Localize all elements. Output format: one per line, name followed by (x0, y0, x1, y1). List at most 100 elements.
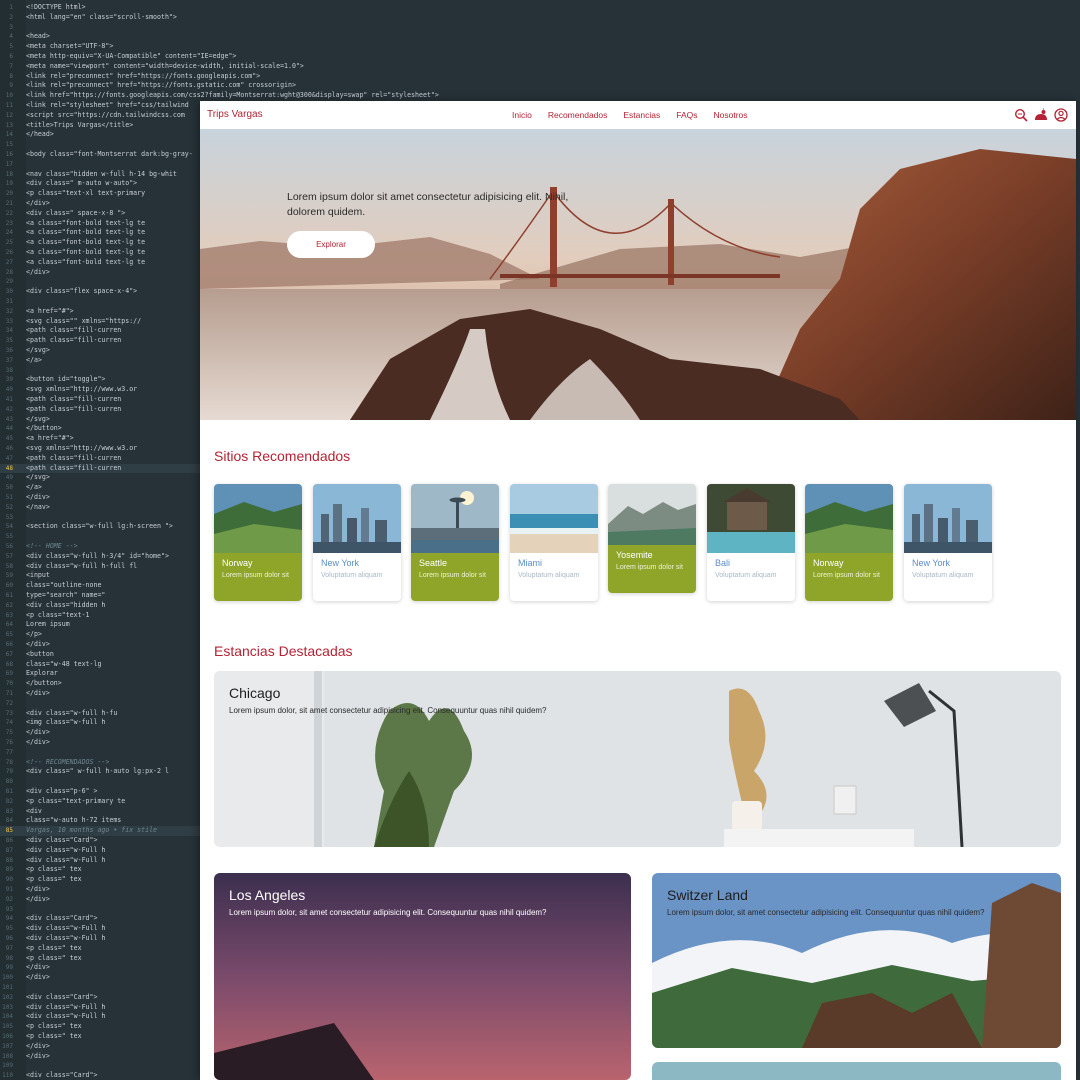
code-line[interactable]: 94 <div class="Card"> (0, 914, 210, 924)
code-line[interactable]: 19 <div class=" m-auto w-auto"> (0, 179, 210, 189)
code-line[interactable]: 93 (0, 905, 210, 915)
code-line[interactable]: 31 (0, 297, 210, 307)
nav-link-nosotros[interactable]: Nosotros (714, 110, 748, 120)
card-seattle[interactable]: Seattle Lorem ipsum dolor sit (411, 484, 499, 601)
code-line[interactable]: 37 </a> (0, 356, 210, 366)
code-line[interactable]: 46 <svg xmlns="http://www.w3.or (0, 444, 210, 454)
code-line[interactable]: 110 <div class="Card"> (0, 1071, 210, 1080)
code-line[interactable]: 90 <p class=" tex (0, 875, 210, 885)
code-line[interactable]: 42 <path class="fill-curren (0, 405, 210, 415)
code-line[interactable]: 50 </a> (0, 483, 210, 493)
nav-link-inicio[interactable]: Inicio (512, 110, 532, 120)
card-bali[interactable]: Bali Voluptatum aliquam (707, 484, 795, 601)
code-line[interactable]: 69 Explorar (0, 669, 210, 679)
code-line[interactable]: 12 <script src="https://cdn.tailwindcss.… (0, 111, 210, 121)
code-line[interactable]: 63 <p class="text-1 (0, 611, 210, 621)
code-line[interactable]: 58 <div class="w-full h-full fl (0, 562, 210, 572)
code-line[interactable]: 100 </div> (0, 973, 210, 983)
code-line[interactable]: 71 </div> (0, 689, 210, 699)
user-icon[interactable] (1054, 108, 1068, 122)
card-norway-2[interactable]: Norway Lorem ipsum dolor sit (805, 484, 893, 601)
code-line[interactable]: 39 <button id="toggle"> (0, 375, 210, 385)
code-line[interactable]: 89 <p class=" tex (0, 865, 210, 875)
code-line[interactable]: 51 </div> (0, 493, 210, 503)
code-line[interactable]: 26 <a class="font-bold text-lg te (0, 248, 210, 258)
code-line[interactable]: 70 </button> (0, 679, 210, 689)
code-line[interactable]: 47 <path class="fill-curren (0, 454, 210, 464)
nav-link-estancias[interactable]: Estancias (623, 110, 660, 120)
code-line[interactable]: 62 <div class="hidden h (0, 601, 210, 611)
code-line[interactable]: 55 (0, 532, 210, 542)
code-line[interactable]: 84 class="w-auto h-72 items (0, 816, 210, 826)
code-line[interactable]: 59 <input (0, 571, 210, 581)
code-line[interactable]: 25 <a class="font-bold text-lg te (0, 238, 210, 248)
code-line[interactable]: 38 (0, 366, 210, 376)
code-line[interactable]: 28 </div> (0, 268, 210, 278)
code-line[interactable]: 20 <p class="text-xl text-primary (0, 189, 210, 199)
code-line[interactable]: 103 <div class="w-Full h (0, 1003, 210, 1013)
code-line[interactable]: 109 (0, 1061, 210, 1071)
code-line[interactable]: 8 <link rel="preconnect" href="https://f… (0, 72, 260, 82)
card-new-york[interactable]: New York Voluptatum aliquam (313, 484, 401, 601)
explorar-button[interactable]: Explorar (287, 231, 375, 258)
code-line[interactable]: 33 <svg class="" xmlns="https:// (0, 317, 210, 327)
code-line[interactable]: 56 <!-- HOME --> (0, 542, 210, 552)
code-line[interactable]: 13 <title>Trips Vargas</title> (0, 121, 210, 131)
code-line[interactable]: 35 <path class="fill-curren (0, 336, 210, 346)
code-line[interactable]: 99 </div> (0, 963, 210, 973)
code-line[interactable]: 105 <p class=" tex (0, 1022, 210, 1032)
code-line[interactable]: 68 class="w-48 text-lg (0, 660, 210, 670)
code-line[interactable]: 5 <meta charset="UTF-8"> (0, 42, 210, 52)
card-miami[interactable]: Miami Voluptatum aliquam (510, 484, 598, 601)
theme-toggle-icon[interactable] (1034, 108, 1048, 122)
code-line[interactable]: 2 <html lang="en" class="scroll-smooth"> (0, 13, 210, 23)
code-line[interactable]: 41 <path class="fill-curren (0, 395, 210, 405)
code-line[interactable]: 87 <div class="w-Full h (0, 846, 210, 856)
code-line[interactable]: 102 <div class="Card"> (0, 993, 210, 1003)
code-line[interactable]: 81 <div class="p-6" > (0, 787, 210, 797)
code-line[interactable]: 98 <p class=" tex (0, 954, 210, 964)
code-line[interactable]: 96 <div class="w-Full h (0, 934, 210, 944)
code-line[interactable]: 48 <path class="fill-curren (0, 463, 210, 474)
code-line[interactable]: 52 </nav> (0, 503, 210, 513)
code-line[interactable]: 88 <div class="w-Full h (0, 856, 210, 866)
code-line[interactable]: 104 <div class="w-Full h (0, 1012, 210, 1022)
code-line[interactable]: 1 <!DOCTYPE html> (0, 3, 210, 13)
code-line[interactable]: 45 <a href="#"> (0, 434, 210, 444)
code-line[interactable]: 78 <!-- RECOMENDADOS --> (0, 758, 210, 768)
code-line[interactable]: 91 </div> (0, 885, 210, 895)
code-line[interactable]: 64 Lorem ipsum (0, 620, 210, 630)
code-line[interactable]: 74 <img class="w-full h (0, 718, 210, 728)
code-line[interactable]: 36 </svg> (0, 346, 210, 356)
code-line[interactable]: 32 <a href="#"> (0, 307, 210, 317)
code-line[interactable]: 15 (0, 140, 210, 150)
code-line[interactable]: 65 </p> (0, 630, 210, 640)
code-line[interactable]: 108 </div> (0, 1052, 210, 1062)
code-line[interactable]: 10 <link href="https://fonts.googleapis.… (0, 91, 439, 101)
code-line[interactable]: 23 <a class="font-bold text-lg te (0, 219, 210, 229)
code-line[interactable]: 7 <meta name="viewport" content="width=d… (0, 62, 304, 72)
code-line[interactable]: 18 <nav class="hidden w-full h-14 bg-whi… (0, 170, 210, 180)
code-line[interactable]: 6 <meta http-equiv="X-UA-Compatible" con… (0, 52, 236, 62)
code-line[interactable]: 27 <a class="font-bold text-lg te (0, 258, 210, 268)
stay-card-partial[interactable] (652, 1062, 1061, 1080)
nav-link-recomendados[interactable]: Recomendados (548, 110, 608, 120)
stay-card-switzer-land[interactable]: Switzer Land Lorem ipsum dolor, sit amet… (652, 873, 1061, 1048)
code-line[interactable]: 11 <link rel="stylesheet" href="css/tail… (0, 101, 210, 111)
code-line[interactable]: 16 <body class="font-Montserrat dark:bg-g… (0, 150, 210, 160)
code-line[interactable]: 72 (0, 699, 210, 709)
code-line[interactable]: 101 (0, 983, 210, 993)
code-line[interactable]: 107 </div> (0, 1042, 210, 1052)
code-line[interactable]: 82 <p class="text-primary te (0, 797, 210, 807)
card-new-york-2[interactable]: New York Voluptatum aliquam (904, 484, 992, 601)
code-line[interactable]: 95 <div class="w-Full h (0, 924, 210, 934)
code-line[interactable]: 44 </button> (0, 424, 210, 434)
search-icon[interactable] (1014, 108, 1028, 122)
code-line[interactable]: 79 <div class=" w-full h-auto lg:px-2 l (0, 767, 210, 777)
brand-logo[interactable]: Trips Vargas (207, 109, 263, 120)
code-line[interactable]: 61 type="search" name=" (0, 591, 210, 601)
code-line[interactable]: 17 (0, 160, 210, 170)
code-line[interactable]: 85 Vargas, 10 months ago • fix stile (0, 826, 210, 836)
code-line[interactable]: 40 <svg xmlns="http://www.w3.or (0, 385, 210, 395)
code-line[interactable]: 75 </div> (0, 728, 210, 738)
